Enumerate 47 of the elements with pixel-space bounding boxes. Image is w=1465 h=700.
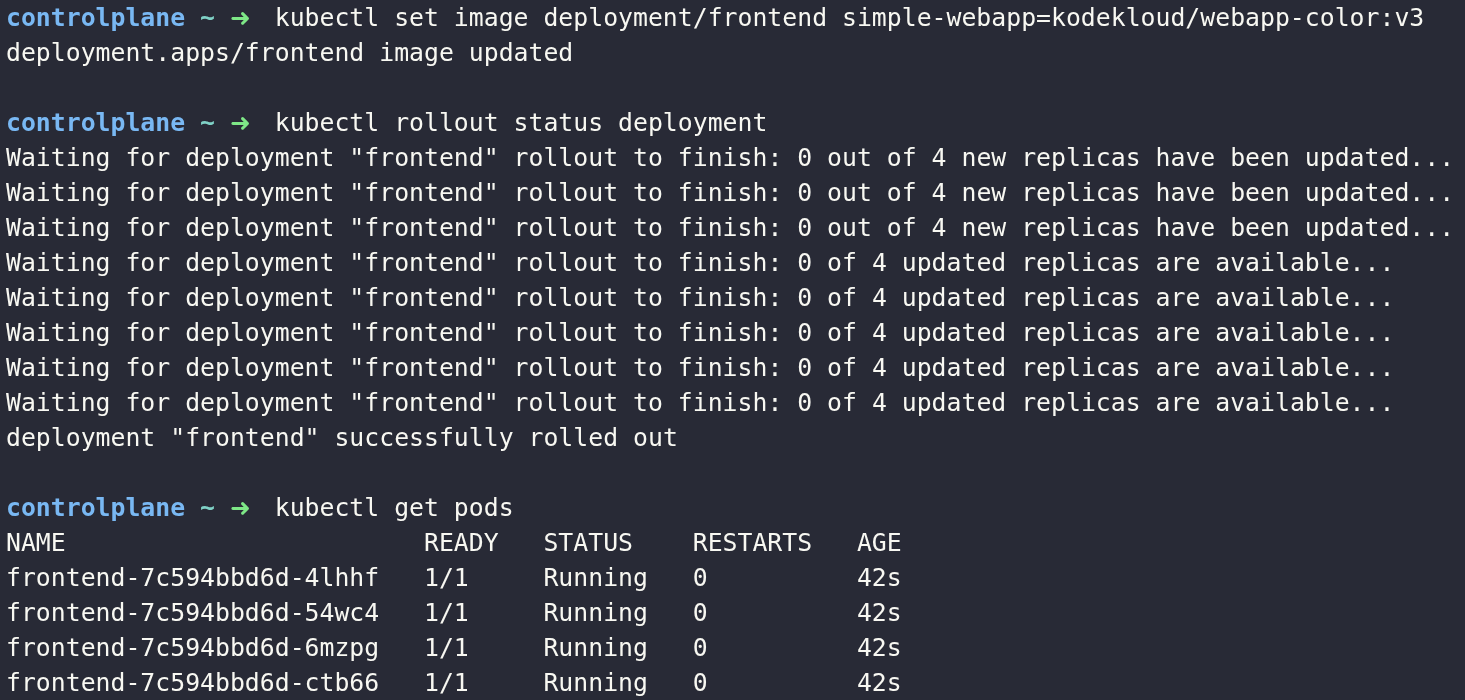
prompt-host: controlplane [6,492,186,524]
command-text: kubectl set image deployment/frontend simple-webapp=kodekloud/webapp-color:v3 [274,2,1425,34]
table-cell: 1/1 [424,598,469,627]
prompt-arrow: ➜ [229,107,252,139]
table-cell: Running [543,633,648,662]
table-cell: 1/1 [424,668,469,697]
output-line: deployment.apps/frontend image updated [6,37,574,69]
table-cell: 0 [692,668,708,697]
table-cell: 42s [856,598,902,627]
table-cell: 0 [692,563,708,592]
table-cell: frontend-7c594bbd6d-4lhhf [6,563,380,592]
prompt-arrow: ➜ [229,2,252,34]
output-line: Waiting for deployment "frontend" rollout to finish: 0 of 4 updated replicas are available... [6,282,1395,314]
table-cell: 0 [692,633,708,662]
command-text: kubectl rollout status deployment [274,107,768,139]
output-line: Waiting for deployment "frontend" rollout to finish: 0 out of 4 new replicas have been updated... [6,177,1455,209]
output-line: Waiting for deployment "frontend" rollout to finish: 0 out of 4 new replicas have been updated... [6,142,1455,174]
prompt-directory: ~ [200,492,215,524]
output-line: Waiting for deployment "frontend" rollout to finish: 0 of 4 updated replicas are available... [6,387,1395,419]
column-header: RESTARTS [692,528,813,557]
prompt-arrow: ➜ [229,492,252,524]
table-cell: 42s [856,633,902,662]
table-cell: frontend-7c594bbd6d-ctb66 [6,668,380,697]
table-cell: Running [543,563,648,592]
table-cell: 1/1 [424,563,469,592]
table-cell: 0 [692,598,708,627]
column-header: STATUS [543,528,633,557]
table-cell: frontend-7c594bbd6d-54wc4 [6,598,380,627]
column-header: NAME [6,528,66,557]
output-line: Waiting for deployment "frontend" rollout to finish: 0 out of 4 new replicas have been updated... [6,212,1455,244]
command-text: kubectl get pods [274,492,514,524]
prompt-directory: ~ [200,2,215,34]
output-line: deployment "frontend" successfully rolled out [6,422,678,454]
output-line: Waiting for deployment "frontend" rollout to finish: 0 of 4 updated replicas are available... [6,352,1395,384]
prompt-directory: ~ [200,107,215,139]
prompt-host: controlplane [6,107,186,139]
output-line: Waiting for deployment "frontend" rollout to finish: 0 of 4 updated replicas are available... [6,247,1395,279]
prompt-host: controlplane [6,2,186,34]
output-line: Waiting for deployment "frontend" rollout to finish: 0 of 4 updated replicas are available... [6,317,1395,349]
table-cell: 42s [856,668,902,697]
column-header: READY [424,528,499,557]
table-cell: Running [543,668,648,697]
table-cell: 1/1 [424,633,469,662]
table-cell: Running [543,598,648,627]
table-cell: frontend-7c594bbd6d-6mzpg [6,633,380,662]
table-cell: 42s [856,563,902,592]
column-header: AGE [856,528,902,557]
